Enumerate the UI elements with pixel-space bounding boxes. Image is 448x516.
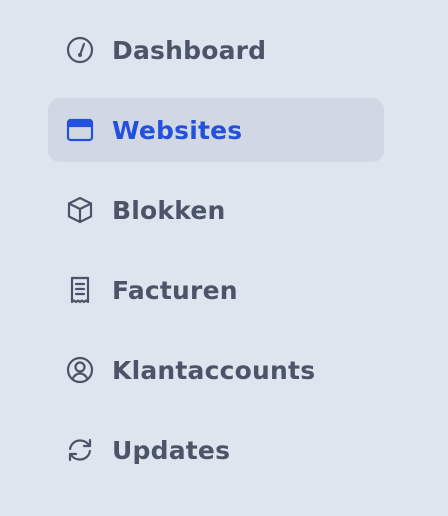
sidebar-item-label: Dashboard — [112, 35, 267, 65]
sidebar-item-label: Updates — [112, 435, 231, 465]
browser-window-icon — [64, 114, 96, 146]
refresh-icon — [64, 434, 96, 466]
sidebar-item-facturen[interactable]: Facturen — [48, 258, 384, 322]
sidebar-item-label: Klantaccounts — [112, 355, 316, 385]
user-circle-icon — [64, 354, 96, 386]
sidebar-item-websites[interactable]: Websites — [48, 98, 384, 162]
gauge-icon — [64, 34, 96, 66]
sidebar-nav: Dashboard Websites Blokken Facturen Klan… — [48, 18, 384, 498]
sidebar-item-label: Blokken — [112, 195, 226, 225]
sidebar-item-blokken[interactable]: Blokken — [48, 178, 384, 242]
sidebar-item-label: Facturen — [112, 275, 238, 305]
sidebar-item-dashboard[interactable]: Dashboard — [48, 18, 384, 82]
sidebar-item-klantaccounts[interactable]: Klantaccounts — [48, 338, 384, 402]
sidebar-item-updates[interactable]: Updates — [48, 418, 384, 482]
receipt-icon — [64, 274, 96, 306]
cube-icon — [64, 194, 96, 226]
sidebar-item-label: Websites — [112, 115, 243, 145]
